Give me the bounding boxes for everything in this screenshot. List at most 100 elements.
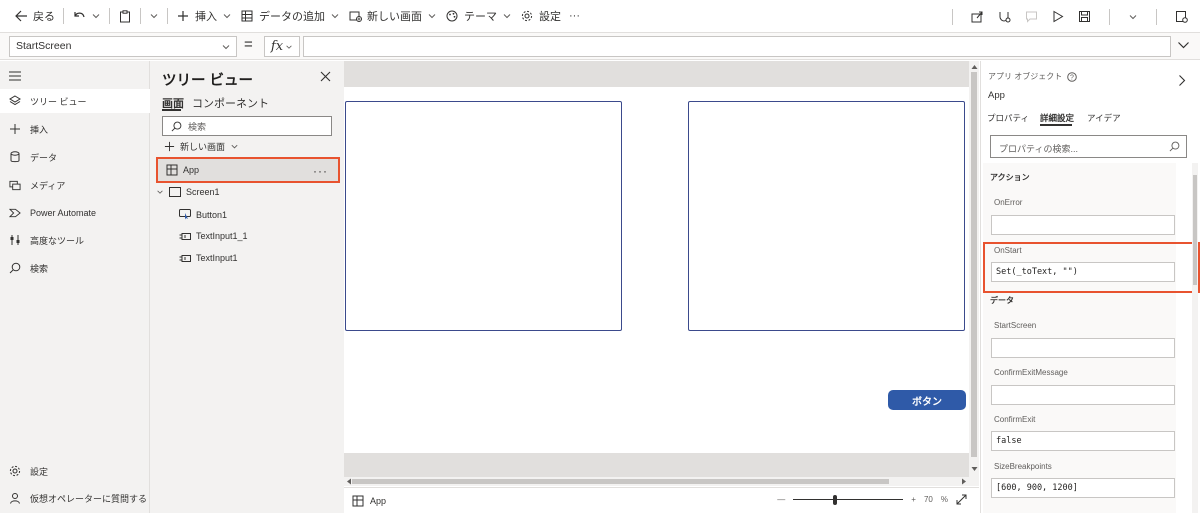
chevron-down-icon (286, 45, 292, 49)
zoom-control: — + 70 % (777, 494, 967, 505)
share-icon[interactable] (971, 10, 984, 23)
screen-icon (169, 187, 181, 197)
paste-button[interactable] (114, 0, 136, 33)
zoom-in-button[interactable]: + (911, 495, 916, 504)
chevron-down-icon[interactable] (1128, 12, 1138, 22)
divider (952, 8, 953, 25)
property-field-confirmexitmessage[interactable] (991, 385, 1175, 405)
fx-button[interactable]: fx (264, 36, 300, 57)
property-search-placeholder: プロパティの検索... (999, 144, 1078, 154)
properties-scroll-thumb[interactable] (1193, 175, 1197, 285)
property-label-onerror: OnError (994, 198, 1023, 207)
clipboard-icon (118, 9, 132, 23)
nav-insert[interactable]: 挿入 (0, 117, 150, 141)
property-field-startscreen[interactable] (991, 338, 1175, 358)
back-label: 戻る (33, 11, 55, 23)
back-button[interactable]: 戻る (10, 0, 59, 33)
new-screen-icon (348, 9, 362, 23)
property-field-onerror[interactable] (991, 215, 1175, 235)
chevron-down-icon (92, 14, 100, 19)
tab-underline (162, 109, 181, 111)
scroll-down-icon[interactable] (971, 466, 978, 472)
insert-button[interactable]: 挿入 (172, 0, 236, 33)
help-icon[interactable]: ? (1067, 71, 1078, 82)
play-icon[interactable] (1052, 10, 1064, 23)
chevron-right-icon[interactable] (1178, 74, 1186, 87)
property-field-confirmexit[interactable]: false (991, 431, 1175, 451)
settings-button[interactable]: 設定 (516, 0, 565, 33)
tab-properties[interactable]: プロパティ (987, 112, 1029, 124)
fit-to-window-icon[interactable] (956, 494, 967, 505)
horizontal-scroll-thumb[interactable] (352, 479, 889, 484)
settings-label: 設定 (539, 11, 561, 23)
gear-icon (520, 9, 534, 23)
scroll-up-icon[interactable] (971, 64, 978, 70)
nav-media[interactable]: メディア (0, 173, 150, 197)
publish-icon[interactable] (1175, 10, 1188, 23)
more-button[interactable]: ··· (565, 0, 584, 33)
save-icon[interactable] (1078, 10, 1091, 23)
chevron-down-icon[interactable] (1177, 40, 1190, 50)
chevron-down-icon[interactable] (156, 188, 164, 196)
tree-search-input[interactable]: 検索 (162, 116, 332, 136)
text-input-icon (179, 232, 191, 240)
theme-button[interactable]: テーマ (441, 0, 516, 33)
nav-tree-view[interactable]: ツリー ビュー (0, 89, 150, 113)
scroll-right-icon[interactable] (961, 478, 967, 485)
search-icon (171, 121, 182, 131)
scroll-left-icon[interactable] (346, 478, 352, 485)
left-nav: ツリー ビュー 挿入 データ メディア Power Automate 高度なツー… (0, 61, 150, 513)
plus-icon (176, 9, 190, 23)
tab-components[interactable]: コンポーネント (192, 95, 269, 111)
insert-label: 挿入 (195, 11, 217, 23)
nav-advanced-tools[interactable]: 高度なツール (0, 228, 150, 252)
tree-item-app[interactable]: App ··· (156, 157, 340, 183)
tree-item-textinput1[interactable]: TextInput1 (179, 253, 238, 263)
tree-item-textinput1-1[interactable]: TextInput1_1 (179, 231, 248, 241)
add-data-button[interactable]: データの追加 (236, 0, 344, 33)
canvas-text-input-1[interactable] (345, 101, 622, 331)
canvas-text-input-2[interactable] (688, 101, 965, 331)
divider (109, 8, 110, 24)
property-search-input[interactable]: プロパティの検索... (990, 135, 1187, 158)
object-type-label: アプリ オブジェクト ? (988, 71, 1078, 82)
new-screen-label: 新しい画面 (180, 142, 226, 152)
tab-ideas[interactable]: アイデア (1087, 112, 1121, 124)
property-selector-value: StartScreen (16, 40, 72, 52)
divider (1156, 8, 1157, 25)
property-label-confirmexitmessage: ConfirmExitMessage (994, 368, 1068, 377)
divider (63, 8, 64, 24)
app-checker-icon[interactable] (998, 10, 1011, 23)
close-icon[interactable] (320, 71, 331, 82)
comment-icon[interactable] (1025, 10, 1038, 23)
status-breadcrumb[interactable]: App (370, 496, 386, 506)
undo-button[interactable] (68, 0, 105, 33)
command-bar-right (948, 0, 1188, 33)
zoom-slider[interactable] (793, 494, 904, 505)
add-data-label: データの追加 (259, 11, 325, 23)
table-icon (240, 9, 254, 23)
nav-virtual-agent[interactable]: 仮想オペレーターに質問する (0, 486, 150, 510)
new-screen-link[interactable]: 新しい画面 (164, 140, 239, 153)
canvas-button[interactable]: ボタン (888, 390, 966, 410)
nav-data[interactable]: データ (0, 145, 150, 169)
tab-advanced[interactable]: 詳細設定 (1040, 112, 1074, 124)
paste-menu-button[interactable] (145, 0, 163, 33)
zoom-slider-track (793, 498, 904, 500)
property-selector[interactable]: StartScreen (9, 36, 237, 57)
tree-item-button1[interactable]: Button1 (179, 209, 227, 220)
zoom-out-button[interactable]: — (777, 495, 785, 504)
nav-search[interactable]: 検索 (0, 256, 150, 280)
nav-settings[interactable]: 設定 (0, 459, 150, 483)
zoom-slider-thumb[interactable] (833, 494, 838, 505)
formula-input[interactable] (303, 36, 1171, 57)
property-field-sizebreakpoints[interactable]: [600, 900, 1200] (991, 478, 1175, 498)
tree-search-placeholder: 検索 (188, 121, 207, 132)
new-screen-button[interactable]: 新しい画面 (344, 0, 441, 33)
tree-item-screen1[interactable]: Screen1 (156, 187, 220, 197)
hamburger-menu[interactable] (0, 64, 150, 88)
more-icon[interactable]: ··· (313, 164, 328, 178)
nav-label: Power Automate (30, 208, 97, 218)
vertical-scroll-thumb[interactable] (971, 72, 977, 457)
nav-power-automate[interactable]: Power Automate (0, 201, 150, 225)
